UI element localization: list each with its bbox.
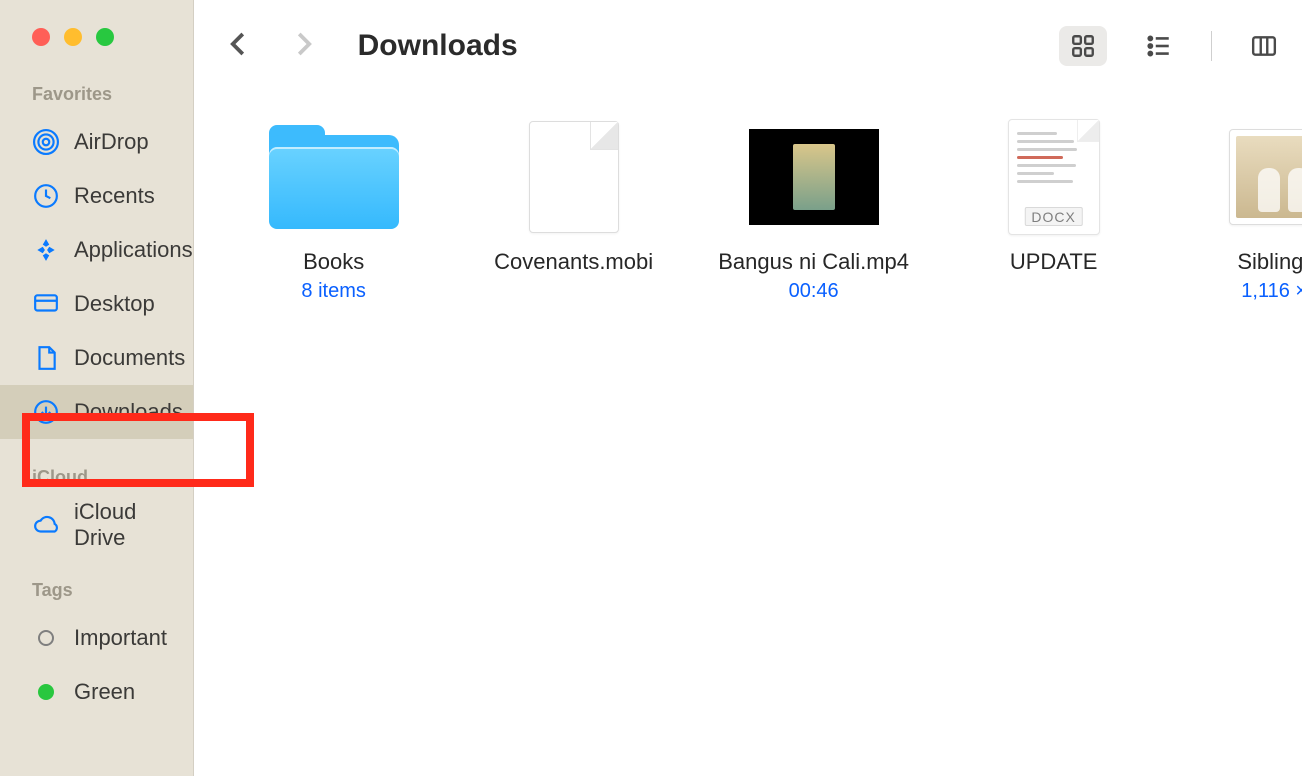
forward-button[interactable] xyxy=(288,29,318,64)
file-name: UPDATE xyxy=(1010,248,1098,276)
sidebar-section-tags: Tags xyxy=(0,570,193,611)
sidebar-item-label: AirDrop xyxy=(74,129,149,155)
file-item-folder[interactable]: Books 8 items xyxy=(234,122,434,303)
image-thumbnail-icon xyxy=(1229,122,1302,232)
download-icon xyxy=(32,398,60,426)
file-subtitle: 00:46 xyxy=(789,280,839,303)
icon-grid: Books 8 items Covenants.mobi Bangus ni C… xyxy=(234,122,1302,303)
file-item-image[interactable]: Siblings.jpg 1,116 × 871 xyxy=(1194,122,1302,303)
docx-file-icon: DOCX xyxy=(989,122,1119,232)
sidebar-item-label: Applications xyxy=(74,237,193,263)
sidebar-item-icloud-drive[interactable]: iCloud Drive xyxy=(0,498,193,552)
desktop-icon xyxy=(32,290,60,318)
zoom-window-button[interactable] xyxy=(96,28,114,46)
list-view-button[interactable] xyxy=(1135,26,1183,66)
file-name: Siblings.jpg xyxy=(1237,248,1302,276)
location-title: Downloads xyxy=(358,29,518,63)
sidebar-item-label: Desktop xyxy=(74,291,155,317)
file-name: Bangus ni Cali.mp4 xyxy=(718,248,909,276)
folder-icon xyxy=(269,122,399,232)
content-area[interactable]: Books 8 items Covenants.mobi Bangus ni C… xyxy=(194,92,1302,776)
file-subtitle: 1,116 × 871 xyxy=(1241,280,1302,303)
file-name: Covenants.mobi xyxy=(494,248,653,276)
sidebar-item-applications[interactable]: Applications xyxy=(0,223,193,277)
sidebar-section-favorites: Favorites xyxy=(0,74,193,115)
file-item-video[interactable]: Bangus ni Cali.mp4 00:46 xyxy=(714,122,914,303)
sidebar-item-airdrop[interactable]: AirDrop xyxy=(0,115,193,169)
toolbar: Downloads xyxy=(194,0,1302,92)
file-name: Books xyxy=(303,248,364,276)
view-controls xyxy=(1059,26,1302,66)
video-thumbnail-icon xyxy=(749,122,879,232)
sidebar-item-label: Recents xyxy=(74,183,155,209)
file-item-mobi[interactable]: Covenants.mobi xyxy=(474,122,674,276)
sidebar-item-desktop[interactable]: Desktop xyxy=(0,277,193,331)
sidebar: Favorites AirDrop Recents Applications D… xyxy=(0,0,194,776)
tag-dot-hollow-icon xyxy=(32,624,60,652)
minimize-window-button[interactable] xyxy=(64,28,82,46)
docx-badge: DOCX xyxy=(1024,207,1082,226)
finder-window: Favorites AirDrop Recents Applications D… xyxy=(0,0,1302,776)
cloud-icon xyxy=(32,511,60,539)
back-button[interactable] xyxy=(224,29,254,64)
sidebar-section-icloud: iCloud xyxy=(0,457,193,498)
apps-icon xyxy=(32,236,60,264)
sidebar-tag-green[interactable]: Green xyxy=(0,665,193,719)
sidebar-item-recents[interactable]: Recents xyxy=(0,169,193,223)
sidebar-item-downloads[interactable]: Downloads xyxy=(0,385,193,439)
tag-dot-green-icon xyxy=(32,678,60,706)
sidebar-item-label: Important xyxy=(74,625,167,651)
clock-icon xyxy=(32,182,60,210)
generic-file-icon xyxy=(509,122,639,232)
document-icon xyxy=(32,344,60,372)
toolbar-separator xyxy=(1211,31,1212,61)
sidebar-item-label: iCloud Drive xyxy=(74,499,193,551)
sidebar-item-label: Downloads xyxy=(74,399,183,425)
sidebar-item-label: Green xyxy=(74,679,135,705)
close-window-button[interactable] xyxy=(32,28,50,46)
main-panel: Downloads xyxy=(194,0,1302,776)
sidebar-tag-important[interactable]: Important xyxy=(0,611,193,665)
sidebar-item-label: Documents xyxy=(74,345,185,371)
airdrop-icon xyxy=(32,128,60,156)
icon-view-button[interactable] xyxy=(1059,26,1107,66)
file-item-docx[interactable]: DOCX UPDATE xyxy=(954,122,1154,276)
column-view-button[interactable] xyxy=(1240,26,1288,66)
sidebar-item-documents[interactable]: Documents xyxy=(0,331,193,385)
file-subtitle: 8 items xyxy=(301,280,365,303)
window-controls xyxy=(0,18,193,74)
nav-arrows xyxy=(224,29,318,64)
